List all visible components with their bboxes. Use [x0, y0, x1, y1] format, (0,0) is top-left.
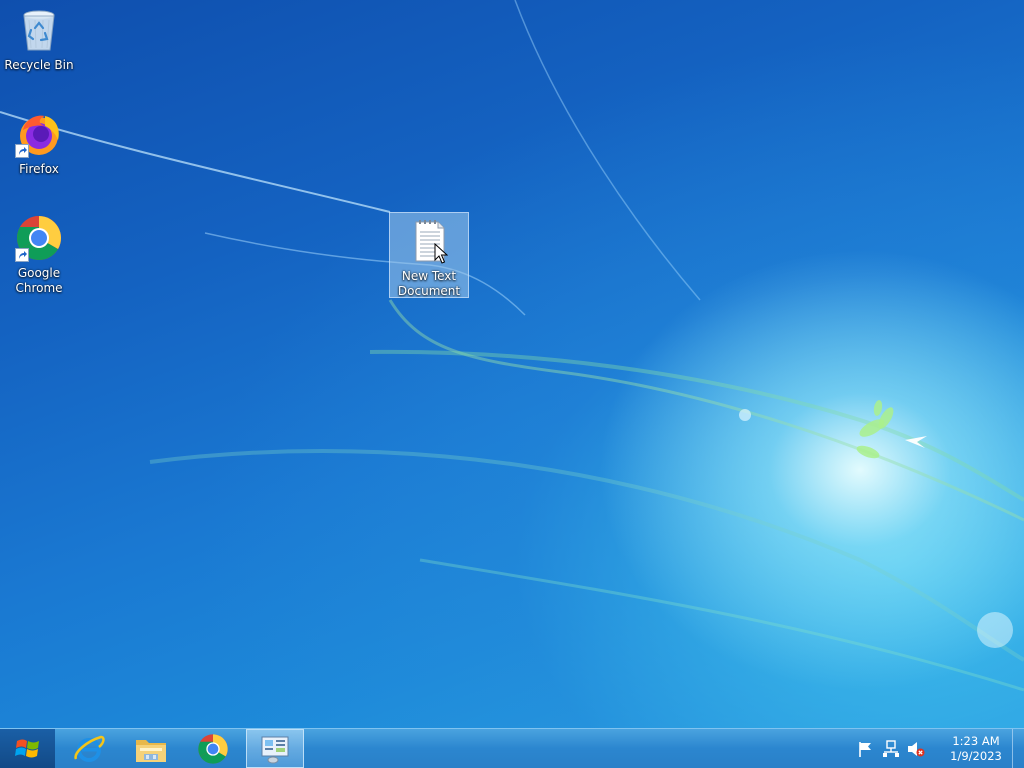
wallpaper	[0, 0, 1024, 692]
volume-muted-icon[interactable]	[907, 740, 925, 758]
taskbar: 1:23 AM 1/9/2023	[0, 728, 1024, 768]
text-document-icon	[405, 217, 453, 265]
desktop-icon-label: New Text Document	[397, 269, 461, 298]
chrome-icon	[15, 214, 63, 262]
chrome-icon	[198, 733, 228, 764]
recycle-bin-icon	[15, 6, 63, 54]
show-desktop-button[interactable]	[1012, 729, 1024, 768]
taskbar-google-chrome-button[interactable]	[184, 729, 242, 768]
taskbar-file-explorer-button[interactable]	[122, 729, 180, 768]
file-explorer-icon	[136, 739, 166, 762]
desktop-icon-label: Google Chrome	[15, 266, 63, 295]
internet-explorer-icon	[74, 735, 105, 762]
desktop-icon-label: Recycle Bin	[4, 58, 74, 72]
desktop-icon-recycle-bin[interactable]: Recycle Bin	[0, 2, 78, 76]
desktop-icon-label: Firefox	[19, 162, 59, 176]
clock-time: 1:23 AM	[952, 733, 1000, 748]
firefox-icon	[15, 110, 63, 158]
desktop-icon-firefox[interactable]: Firefox	[0, 106, 78, 180]
windows-logo-icon	[14, 739, 39, 757]
control-panel-icon	[261, 736, 289, 763]
system-tray: 1:23 AM 1/9/2023	[857, 729, 1006, 768]
action-center-flag-icon[interactable]	[857, 740, 875, 758]
clock[interactable]: 1:23 AM 1/9/2023	[946, 734, 1006, 764]
start-button[interactable]	[0, 729, 55, 768]
shortcut-arrow-icon	[15, 248, 29, 262]
taskbar-control-panel-button[interactable]	[246, 729, 304, 768]
clock-date: 1/9/2023	[950, 748, 1002, 763]
desktop[interactable]: Recycle Bin Firefox Google Chrome New Te…	[0, 0, 1024, 728]
desktop-icon-google-chrome[interactable]: Google Chrome	[0, 210, 78, 299]
shortcut-arrow-icon	[15, 144, 29, 158]
desktop-icon-new-text-document[interactable]: New Text Document	[389, 212, 469, 298]
network-icon[interactable]	[882, 739, 900, 758]
taskbar-internet-explorer-button[interactable]	[60, 729, 118, 768]
